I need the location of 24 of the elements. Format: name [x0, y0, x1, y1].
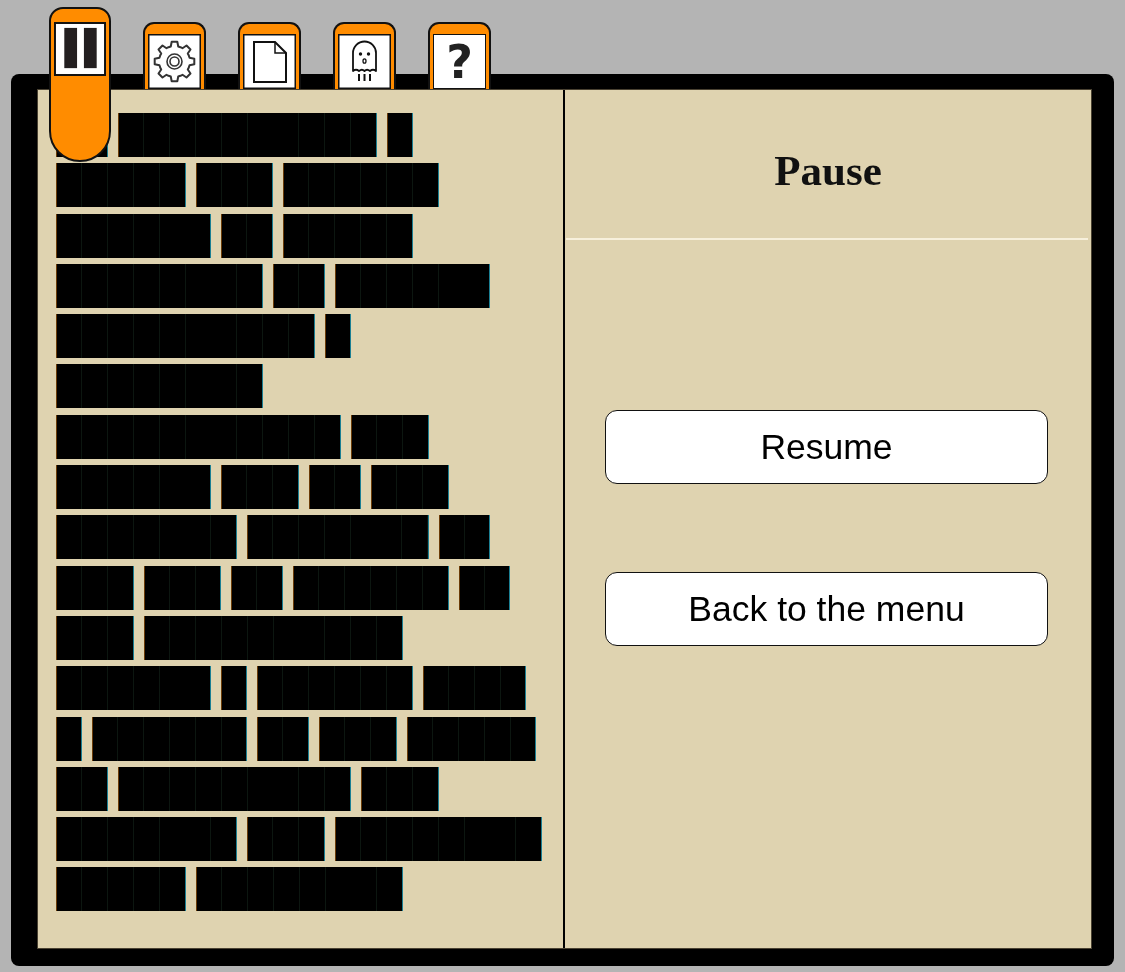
redacted-word — [56, 766, 108, 811]
redacted-word — [221, 666, 248, 711]
gear-icon — [148, 34, 201, 89]
menu-button[interactable]: Back to the menu — [605, 572, 1048, 646]
redacted-word — [438, 515, 491, 560]
document-tab[interactable] — [238, 22, 301, 89]
redacted-word — [56, 716, 82, 761]
document-icon — [243, 34, 296, 89]
help-tab[interactable]: ? — [428, 22, 491, 89]
redacted-word — [231, 565, 284, 610]
redacted-word — [386, 113, 413, 157]
redacted-word — [273, 263, 325, 308]
menu-button[interactable]: Resume — [605, 410, 1048, 484]
ghost-tab[interactable] — [333, 22, 396, 89]
redacted-word — [221, 213, 274, 258]
page-title: Pause — [774, 149, 882, 192]
redacted-word — [257, 716, 310, 761]
ghost-icon — [338, 34, 391, 89]
redacted-word — [309, 465, 361, 510]
pause-tab[interactable] — [49, 7, 111, 162]
pause-icon — [54, 22, 106, 76]
settings-tab[interactable] — [143, 22, 206, 89]
redacted-word — [458, 565, 511, 610]
redacted-word — [325, 314, 351, 359]
